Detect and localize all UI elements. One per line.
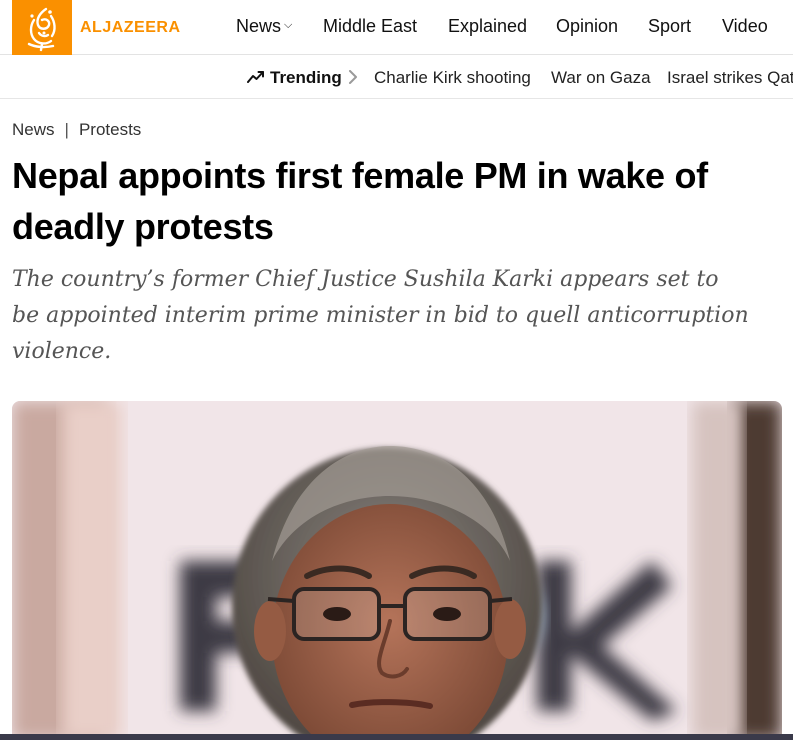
nav-item-label: Explained bbox=[448, 15, 528, 36]
nav-item-label: Middle East bbox=[323, 15, 418, 36]
bottom-bar bbox=[0, 734, 793, 740]
nav-item-opinion[interactable]: Opinion bbox=[556, 0, 618, 52]
trending-label: Trending bbox=[270, 68, 342, 87]
portrait-photo bbox=[12, 401, 782, 740]
nav-item-middle-east[interactable]: Middle East bbox=[323, 0, 417, 52]
site-logo[interactable]: ALJAZEERA bbox=[12, 0, 181, 55]
nav-item-news[interactable]: News ⌵ bbox=[236, 0, 292, 52]
article-headline: Nepal appoints first female PM in wake o… bbox=[12, 155, 708, 247]
trending-up-icon bbox=[247, 70, 265, 89]
chevron-right-icon bbox=[348, 70, 358, 89]
breadcrumb-separator: | bbox=[64, 120, 69, 139]
trending-bar: Trending Charlie Kirk shooting War on Ga… bbox=[0, 55, 793, 99]
nav-item-label: Opinion bbox=[556, 15, 619, 36]
nav-item-sport[interactable]: Sport bbox=[648, 0, 691, 52]
aljazeera-logo-icon bbox=[12, 0, 72, 55]
article-dek: The country’s former Chief Justice Sushi… bbox=[12, 267, 749, 364]
nav-item-label: News bbox=[236, 15, 282, 36]
trending-topic[interactable]: War on Gaza bbox=[551, 68, 651, 88]
chevron-down-icon: ⌵ bbox=[284, 18, 293, 31]
breadcrumb: News | Protests bbox=[12, 120, 141, 140]
breadcrumb-news[interactable]: News bbox=[12, 120, 55, 140]
hero-image[interactable] bbox=[12, 401, 782, 740]
trending-topic[interactable]: Israel strikes Qatar bbox=[667, 68, 793, 88]
nav-item-explained[interactable]: Explained bbox=[448, 0, 527, 52]
nav-item-video[interactable]: Video bbox=[722, 0, 768, 52]
breadcrumb-protests[interactable]: Protests bbox=[79, 120, 141, 140]
nav-item-label: Sport bbox=[648, 15, 692, 36]
nav-item-label: Video bbox=[722, 15, 768, 36]
site-header: ALJAZEERA News ⌵ Middle East Explained O… bbox=[0, 0, 793, 55]
trending-topic[interactable]: Charlie Kirk shooting bbox=[374, 68, 531, 88]
brand-name: ALJAZEERA bbox=[80, 18, 181, 36]
